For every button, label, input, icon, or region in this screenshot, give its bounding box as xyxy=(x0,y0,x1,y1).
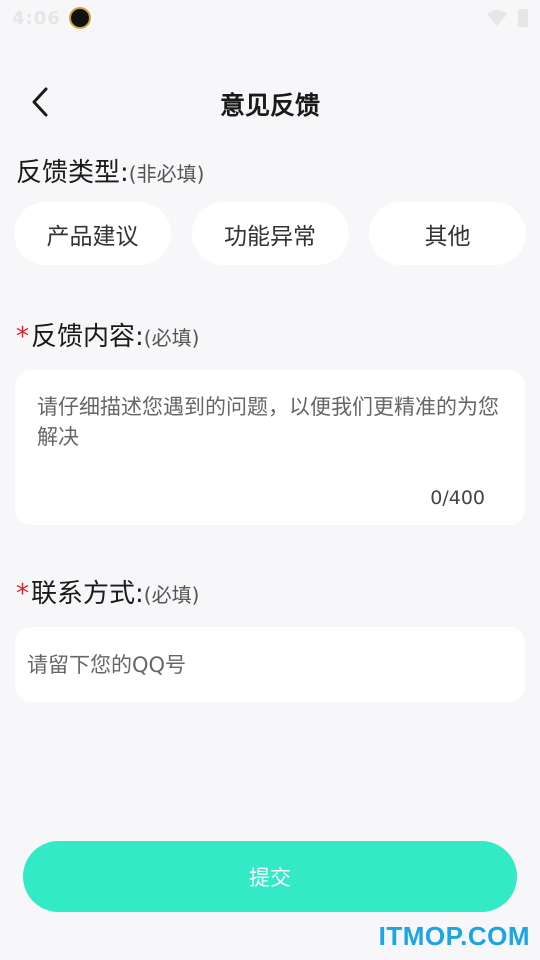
feedback-content-textarea[interactable] xyxy=(37,392,503,480)
battery-icon xyxy=(518,9,528,27)
nav-bar: 意见反馈 xyxy=(0,70,540,138)
contact-label-text: 联系方式: xyxy=(31,579,144,609)
contact-box xyxy=(15,627,525,702)
page-title: 意见反馈 xyxy=(219,91,320,120)
submit-button[interactable]: 提交 xyxy=(23,841,517,912)
char-counter: 0/400 xyxy=(430,487,485,509)
feedback-type-hint: (非必填) xyxy=(128,162,205,186)
qq-number-input[interactable] xyxy=(27,652,513,677)
feedback-type-label-text: 反馈类型: xyxy=(16,158,129,188)
app-badge-icon xyxy=(68,7,91,29)
contact-hint: (必填) xyxy=(143,583,200,607)
feedback-content-box: 0/400 xyxy=(15,370,525,525)
type-option-other[interactable]: 其他 xyxy=(369,202,526,265)
feedback-content-label-text: 反馈内容: xyxy=(31,322,144,352)
wifi-icon xyxy=(487,10,507,26)
feedback-type-options: 产品建议 功能异常 其他 xyxy=(14,202,526,266)
required-mark: * xyxy=(16,579,29,609)
feedback-type-label: 反馈类型: (非必填) xyxy=(16,152,204,189)
status-bar: 4:06 xyxy=(0,0,540,36)
required-mark: * xyxy=(16,322,29,352)
feedback-content-hint: (必填) xyxy=(143,326,200,350)
status-icons xyxy=(486,9,528,27)
contact-label: * 联系方式: (必填) xyxy=(16,573,199,610)
type-option-product-suggestion[interactable]: 产品建议 xyxy=(14,202,171,265)
status-time: 4:06 xyxy=(12,7,61,29)
watermark-logo: ITMOP.COM xyxy=(378,921,530,951)
feedback-content-label: * 反馈内容: (必填) xyxy=(16,316,199,353)
type-option-function-error[interactable]: 功能异常 xyxy=(191,202,349,265)
